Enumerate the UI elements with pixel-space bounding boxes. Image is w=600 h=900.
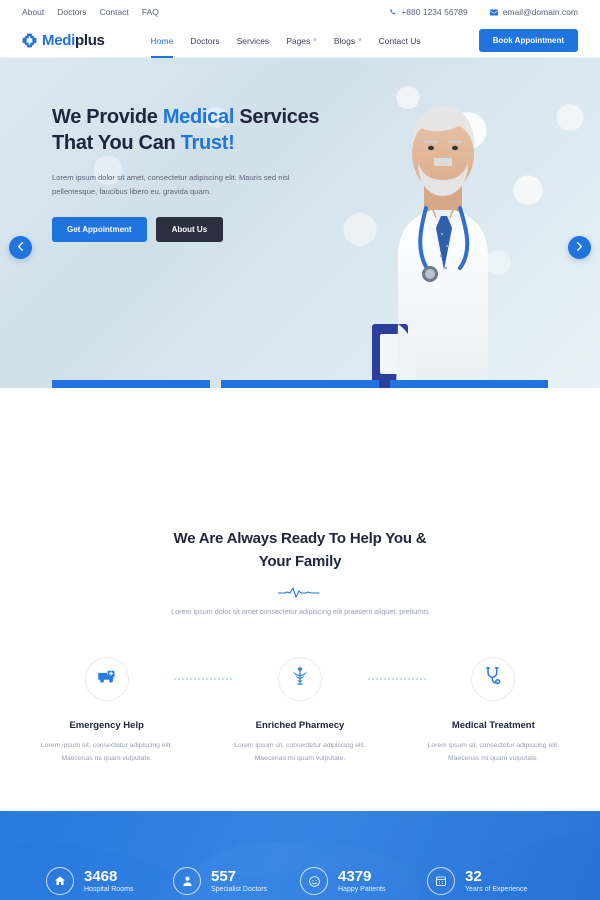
nav-item-blogs[interactable]: Blogs ˅ <box>334 24 362 57</box>
feature-enriched-pharmecy[interactable]: Enriched Pharmecy Lorem ipsum sit, conse… <box>233 656 366 765</box>
smiley-icon <box>300 867 328 896</box>
feature-text: Lorem ipsum sit, consectetur adipiscing … <box>40 741 173 762</box>
feature-icon-wrap <box>471 656 516 701</box>
chevron-right-icon <box>576 242 583 253</box>
feature-title: Emergency Help <box>69 719 144 731</box>
nav-item-pages[interactable]: Pages ˅ <box>286 24 317 57</box>
caduceus-icon <box>290 666 310 691</box>
top-bar-contact: +880 1234 56789 email@domain.com <box>389 7 578 17</box>
ready-subtitle: Lorem ipsum dolor sit amet consectetur a… <box>171 607 429 616</box>
stat-label: Specialist Doctors <box>211 886 268 894</box>
stat-label: Years of Experience <box>465 886 528 894</box>
book-appointment-button[interactable]: Book Appointment <box>478 29 578 52</box>
dotted-connector <box>173 657 234 701</box>
nav-label-services: Services <box>236 35 270 46</box>
stat-number: 4379 <box>338 867 372 885</box>
stats-section: 3468 Hospital Rooms 557 Specialist Docto… <box>0 811 600 900</box>
feature-icon-wrap <box>277 656 322 701</box>
user-icon <box>173 867 201 896</box>
hero-title-highlight-medical: Medical <box>162 106 235 128</box>
nav-label-home: Home <box>150 35 174 46</box>
home-icon <box>46 867 74 896</box>
about-us-button[interactable]: About Us <box>155 216 224 242</box>
chevron-left-icon <box>17 242 24 253</box>
stat-label: Happy Patients <box>338 886 386 894</box>
topbar-link-doctors[interactable]: Doctors <box>57 7 86 17</box>
medical-cross-icon <box>22 33 37 48</box>
features-row: Emergency Help Lorem ipsum sit, consecte… <box>0 656 600 765</box>
phone-icon <box>389 8 396 16</box>
hero-section: We Provide Medical Services That You Can… <box>0 58 600 388</box>
stat-years-of-experience: 32 Years of Experience <box>427 867 554 896</box>
dotted-line <box>173 677 234 680</box>
topbar-email[interactable]: email@domain.com <box>489 7 578 17</box>
logo-text-medi: Medi <box>42 32 75 49</box>
top-bar-links: About Doctors Contact FAQ <box>22 7 159 17</box>
stat-happy-patients: 4379 Happy Patients <box>300 867 427 896</box>
ambulance-icon <box>97 666 117 691</box>
hero-title-part3: That You Can <box>52 132 181 155</box>
main-navigation: Home Doctors Services Pages ˅ Blogs ˅ Co… <box>150 24 421 58</box>
ready-section: We Are Always Ready To Help You & Your F… <box>0 388 600 765</box>
heartbeat-pulse-icon <box>277 585 322 598</box>
site-logo[interactable]: Mediplus <box>22 32 105 49</box>
card-emergency-cases[interactable]: Lorem Amet Emergency Cases Lorem ipsum s… <box>52 380 210 388</box>
top-bar: About Doctors Contact FAQ +880 1234 5678… <box>0 0 600 24</box>
chevron-down-icon: ˅ <box>313 37 317 44</box>
feature-text: Lorem ipsum sit, consectetur adipiscing … <box>234 741 366 762</box>
nav-label-blogs: Blogs <box>333 35 356 46</box>
hero-title-part2: Services <box>234 106 320 128</box>
stat-hospital-rooms: 3468 Hospital Rooms <box>46 867 173 896</box>
topbar-phone[interactable]: +880 1234 56789 <box>389 7 468 17</box>
calendar-icon <box>427 867 455 896</box>
card-doctors-timetable[interactable]: Fusce Porttitor Doctors Timetable Lorem … <box>221 380 379 388</box>
dotted-line <box>366 677 427 680</box>
hero-title-part1: We Provide <box>52 106 163 128</box>
hero-title: We Provide Medical Services That You Can… <box>52 104 330 157</box>
ready-title-line2: Your Family <box>258 552 342 570</box>
topbar-phone-text: +880 1234 56789 <box>401 7 468 17</box>
stat-specialist-doctors: 557 Specialist Doctors <box>173 867 300 896</box>
topbar-link-about[interactable]: About <box>22 7 44 17</box>
carousel-prev-button[interactable] <box>9 236 32 259</box>
topbar-link-faq[interactable]: FAQ <box>142 7 159 17</box>
topbar-email-text: email@domain.com <box>502 7 578 17</box>
feature-title: Enriched Pharmecy <box>255 719 345 731</box>
envelope-icon <box>489 9 498 16</box>
chevron-down-icon: ˅ <box>358 37 362 44</box>
carousel-next-button[interactable] <box>568 236 591 259</box>
logo-text: Mediplus <box>42 32 105 49</box>
logo-text-plus: plus <box>74 32 105 49</box>
hero-title-highlight-trust: Trust! <box>180 132 235 155</box>
nav-label-pages: Pages <box>286 35 311 46</box>
nav-item-doctors[interactable]: Doctors <box>190 24 219 57</box>
site-header: Mediplus Home Doctors Services Pages ˅ B… <box>0 24 600 58</box>
stat-number: 32 <box>465 867 482 885</box>
get-appointment-button[interactable]: Get Appointment <box>52 216 147 242</box>
feature-emergency-help[interactable]: Emergency Help Lorem ipsum sit, consecte… <box>40 656 173 765</box>
ready-title-line1: We Are Always Ready To Help You & <box>173 530 427 547</box>
feature-icon-wrap <box>84 656 129 701</box>
hero-content: We Provide Medical Services That You Can… <box>0 58 330 242</box>
info-cards: Lorem Amet Emergency Cases Lorem ipsum s… <box>52 380 548 388</box>
topbar-link-contact[interactable]: Contact <box>100 7 129 17</box>
feature-medical-treatment[interactable]: Medical Treatment Lorem ipsum sit, conse… <box>427 656 560 765</box>
nav-label-contact-us: Contact Us <box>378 35 421 46</box>
feature-title: Medical Treatment <box>451 719 535 731</box>
stat-number: 3468 <box>84 867 118 885</box>
nav-item-contact-us[interactable]: Contact Us <box>379 24 421 57</box>
card-opening-hours[interactable]: Donec luctus Opening Hours Monday - Frid… <box>390 380 548 388</box>
hero-actions: Get Appointment About Us <box>52 216 330 242</box>
doctor-image <box>372 106 488 388</box>
nav-item-services[interactable]: Services <box>237 24 270 57</box>
stethoscope-icon <box>483 666 503 691</box>
dotted-connector <box>366 657 427 701</box>
stat-number: 557 <box>211 867 237 885</box>
nav-item-home[interactable]: Home <box>150 24 174 58</box>
nav-label-doctors: Doctors <box>190 35 220 46</box>
hero-subtitle: Lorem ipsum dolor sit amet, consectetur … <box>52 172 290 196</box>
stat-label: Hospital Rooms <box>84 886 134 894</box>
feature-text: Lorem ipsum sit, consectetur adipiscing … <box>427 741 560 762</box>
ready-title: We Are Always Ready To Help You & Your F… <box>0 528 600 573</box>
